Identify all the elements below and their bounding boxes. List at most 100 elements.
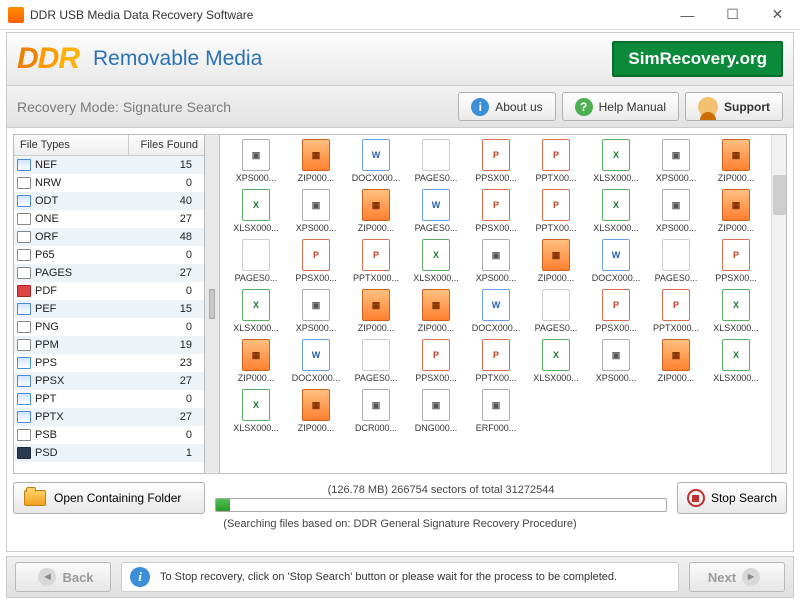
file-type-row[interactable]: ORF48 [14,228,204,246]
file-item[interactable]: XPS000... [466,239,526,283]
file-type-row[interactable]: PSD1 [14,444,204,462]
file-item[interactable]: ZIP000... [706,189,766,233]
file-item[interactable]: ZIP000... [526,239,586,283]
arrow-right-icon: ► [742,568,760,586]
file-item[interactable]: XLSX000... [586,189,646,233]
scrollbar-thumb[interactable] [773,175,786,215]
file-type-row[interactable]: PDF0 [14,282,204,300]
file-item[interactable]: XLSX000... [526,339,586,383]
file-type-row[interactable]: PPTX27 [14,408,204,426]
minimize-button[interactable]: — [665,0,710,30]
file-item[interactable]: XPS000... [586,339,646,383]
scrollbar[interactable] [771,135,786,473]
file-item[interactable]: ZIP000... [346,289,406,333]
file-item[interactable]: PPTX00... [526,189,586,233]
file-item[interactable]: ZIP000... [286,139,346,183]
file-item[interactable]: XLSX000... [226,289,286,333]
file-item[interactable]: PPSX00... [466,139,526,183]
file-item[interactable]: XLSX000... [706,339,766,383]
about-button[interactable]: iAbout us [458,92,555,121]
file-item[interactable]: PPTX000... [346,239,406,283]
file-type-row[interactable]: PAGES27 [14,264,204,282]
support-button[interactable]: Support [685,92,783,121]
file-label: ZIP000... [346,223,406,233]
file-item[interactable]: DOCX000... [586,239,646,283]
file-item[interactable]: PAGES0... [646,239,706,283]
file-item[interactable]: PPSX00... [706,239,766,283]
file-count: 23 [127,357,204,369]
file-type-row[interactable]: PSB0 [14,426,204,444]
file-item[interactable]: XLSX000... [706,289,766,333]
file-item[interactable]: DOCX000... [346,139,406,183]
file-item[interactable]: PAGES0... [226,239,286,283]
file-item[interactable]: XLSX000... [406,239,466,283]
file-label: PPSX00... [406,373,466,383]
maximize-button[interactable]: ☐ [710,0,755,30]
file-item[interactable]: PPTX000... [646,289,706,333]
file-type-row[interactable]: PPM19 [14,336,204,354]
file-item[interactable]: DOCX000... [466,289,526,333]
toolbar: Recovery Mode: Signature Search iAbout u… [6,86,794,128]
file-type-name: NRW [35,177,127,189]
file-item[interactable]: ZIP000... [706,139,766,183]
search-note: (Searching files based on: DDR General S… [13,518,787,530]
file-item[interactable]: XLSX000... [226,189,286,233]
file-type-icon [17,159,31,171]
file-item[interactable]: DCR000... [346,389,406,433]
file-item[interactable]: XLSX000... [586,139,646,183]
stop-search-button[interactable]: Stop Search [677,482,787,514]
file-type-row[interactable]: P650 [14,246,204,264]
file-item[interactable]: DOCX000... [286,339,346,383]
file-type-row[interactable]: PNG0 [14,318,204,336]
file-label: DNG000... [406,423,466,433]
file-type-icon [17,339,31,351]
file-item[interactable]: PPTX00... [466,339,526,383]
file-item[interactable]: ZIP000... [226,339,286,383]
file-icon [242,189,270,221]
file-item[interactable]: PPTX00... [526,139,586,183]
file-item[interactable]: PAGES0... [346,339,406,383]
file-type-row[interactable]: NRW0 [14,174,204,192]
close-button[interactable]: ✕ [755,0,800,30]
file-item[interactable]: PPSX00... [286,239,346,283]
help-manual-button[interactable]: ?Help Manual [562,92,679,121]
file-item[interactable]: DNG000... [406,389,466,433]
sim-recovery-badge[interactable]: SimRecovery.org [612,41,783,77]
file-item[interactable]: PPSX00... [586,289,646,333]
file-item[interactable]: PPSX00... [466,189,526,233]
open-containing-folder-button[interactable]: Open Containing Folder [13,482,205,514]
file-item[interactable]: XPS000... [286,189,346,233]
file-item[interactable]: XPS000... [646,189,706,233]
col-files-found[interactable]: Files Found [129,135,204,155]
file-type-row[interactable]: PEF15 [14,300,204,318]
file-type-row[interactable]: PPT0 [14,390,204,408]
col-file-types[interactable]: File Types [14,135,129,155]
file-item[interactable]: XPS000... [646,139,706,183]
file-item[interactable]: ZIP000... [406,289,466,333]
file-types-list[interactable]: NEF15NRW0ODT40ONE27ORF48P650PAGES27PDF0P… [14,156,204,473]
file-item[interactable]: XPS000... [226,139,286,183]
file-label: XLSX000... [226,223,286,233]
file-label: DCR000... [346,423,406,433]
splitter[interactable] [205,134,219,474]
file-item[interactable]: XLSX000... [226,389,286,433]
file-item[interactable]: PAGES0... [406,139,466,183]
file-type-row[interactable]: NEF15 [14,156,204,174]
file-type-icon [17,213,31,225]
file-type-row[interactable]: PPSX27 [14,372,204,390]
file-item[interactable]: XPS000... [286,289,346,333]
next-button[interactable]: Next► [689,562,785,592]
file-type-row[interactable]: ONE27 [14,210,204,228]
file-item[interactable]: ZIP000... [286,389,346,433]
back-button[interactable]: ◄Back [15,562,111,592]
file-item[interactable]: ZIP000... [646,339,706,383]
file-item[interactable]: ZIP000... [346,189,406,233]
file-item[interactable]: ERF000... [466,389,526,433]
file-type-row[interactable]: ODT40 [14,192,204,210]
file-item[interactable]: PAGES0... [526,289,586,333]
file-type-row[interactable]: PPS23 [14,354,204,372]
file-item[interactable]: PAGES0... [406,189,466,233]
file-item[interactable]: PPSX00... [406,339,466,383]
progress-fill [216,499,230,511]
file-grid[interactable]: XPS000...ZIP000...DOCX000...PAGES0...PPS… [220,135,786,443]
